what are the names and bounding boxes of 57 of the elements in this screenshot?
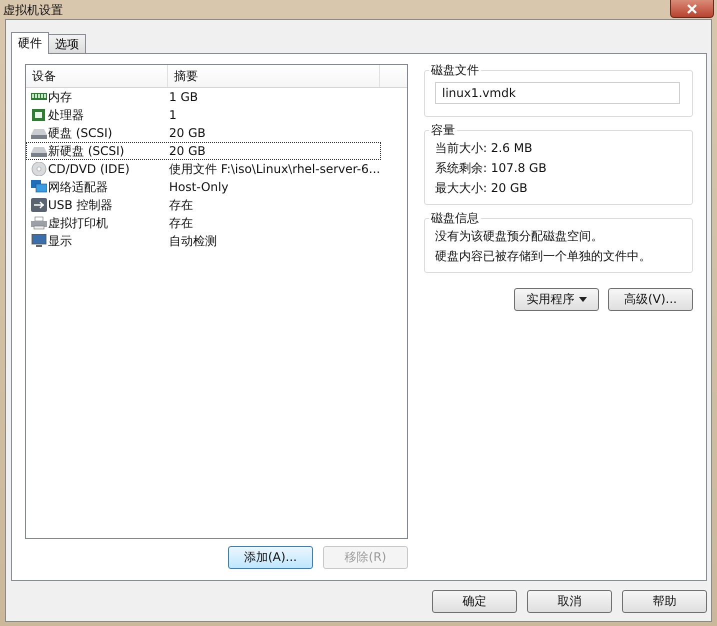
list-button[interactable]: 添加(A)... bbox=[228, 546, 313, 569]
device-row[interactable]: 网络适配器 Host-Only bbox=[26, 178, 381, 196]
device-summary: 20 GB bbox=[169, 144, 206, 158]
device-row[interactable]: 新硬盘 (SCSI) 20 GB bbox=[26, 142, 381, 160]
device-name: 虚拟打印机 bbox=[48, 214, 109, 232]
device-summary: 20 GB bbox=[169, 126, 206, 140]
device-row[interactable]: 内存 1 GB bbox=[26, 88, 381, 106]
device-summary: 使用文件 F:\iso\Linux\rhel-server-6... bbox=[169, 160, 380, 178]
tab[interactable]: 选项 bbox=[48, 34, 86, 53]
device-name: 网络适配器 bbox=[48, 178, 109, 196]
device-name: 处理器 bbox=[48, 106, 85, 124]
device-summary: 1 bbox=[169, 108, 177, 122]
drive-icon bbox=[31, 144, 47, 158]
device-name: 内存 bbox=[48, 88, 73, 106]
file-field[interactable]: linux1.vmdk bbox=[435, 82, 680, 104]
device-summary: 存在 bbox=[169, 196, 193, 214]
close-button[interactable] bbox=[670, 0, 714, 18]
monitor-icon bbox=[31, 234, 47, 248]
side-button[interactable]: 高级(V)... bbox=[608, 288, 693, 311]
info-text: 没有为该硬盘预分配磁盘空间。 bbox=[435, 228, 604, 245]
device-name: CD/DVD (IDE) bbox=[48, 162, 131, 176]
window-title: 虚拟机设置 bbox=[3, 2, 63, 19]
info-text: 硬盘内容已被存储到一个单独的文件中。 bbox=[435, 248, 652, 265]
close-icon bbox=[686, 4, 698, 14]
printer-icon bbox=[31, 216, 47, 230]
capacity-text: 系统剩余: 107.8 GB bbox=[435, 160, 548, 177]
device-row[interactable]: 虚拟打印机 存在 bbox=[26, 214, 381, 232]
side-button[interactable]: 实用程序 bbox=[514, 288, 599, 311]
capacity-text: 当前大小: 2.6 MB bbox=[435, 140, 534, 157]
chip-icon bbox=[31, 108, 47, 122]
drive-icon bbox=[31, 126, 47, 140]
capacity-text: 最大大小: 20 GB bbox=[435, 180, 528, 197]
device-name: 显示 bbox=[48, 232, 73, 250]
device-summary: 自动检测 bbox=[169, 232, 217, 250]
device-name: 硬盘 (SCSI) bbox=[48, 124, 114, 142]
device-row[interactable]: 硬盘 (SCSI) 20 GB bbox=[26, 124, 381, 142]
device-row[interactable]: 处理器 1 bbox=[26, 106, 381, 124]
device-row[interactable]: USB 控制器 存在 bbox=[26, 196, 381, 214]
dialog-button[interactable]: 帮助 bbox=[622, 590, 707, 613]
device-summary: 存在 bbox=[169, 214, 193, 232]
caret-icon bbox=[578, 297, 586, 302]
device-summary: Host-Only bbox=[169, 180, 228, 194]
network-icon bbox=[31, 180, 47, 194]
group-title: 磁盘信息 bbox=[429, 211, 481, 226]
column-header[interactable]: 摘要 bbox=[168, 65, 380, 87]
device-row[interactable]: 显示 自动检测 bbox=[26, 232, 381, 250]
device-name: 新硬盘 (SCSI) bbox=[48, 142, 126, 160]
dialog-button[interactable]: 取消 bbox=[527, 590, 612, 613]
dialog-button[interactable]: 确定 bbox=[432, 590, 517, 613]
usb-icon bbox=[31, 198, 47, 212]
device-name: USB 控制器 bbox=[48, 196, 114, 214]
column-header[interactable]: 设备 bbox=[26, 65, 168, 87]
group-title: 容量 bbox=[429, 123, 457, 138]
group-title: 磁盘文件 bbox=[429, 63, 481, 78]
device-summary: 1 GB bbox=[169, 90, 198, 104]
tab[interactable]: 硬件 bbox=[11, 32, 49, 54]
device-row[interactable]: CD/DVD (IDE) 使用文件 F:\iso\Linux\rhel-server-6... bbox=[26, 160, 381, 178]
